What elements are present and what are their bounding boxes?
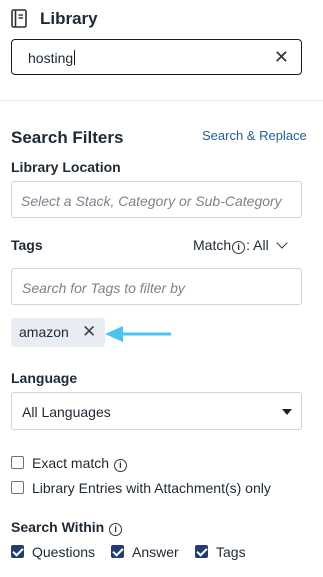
remove-tag-icon[interactable]: ✕ xyxy=(82,322,96,342)
exact-match-checkbox[interactable] xyxy=(11,456,24,469)
page-title: Library xyxy=(40,9,98,28)
arrow-left-icon xyxy=(105,326,171,342)
caret-down-icon xyxy=(282,409,292,415)
search-filters-heading: Search Filters xyxy=(11,128,124,147)
answer-checkbox[interactable] xyxy=(111,545,124,558)
match-value: All xyxy=(253,237,269,253)
library-location-label: Library Location xyxy=(11,159,121,175)
book-icon xyxy=(11,9,27,28)
divider xyxy=(0,100,323,101)
tags-search-input[interactable]: Search for Tags to filter by xyxy=(11,268,302,305)
tags-checkbox[interactable] xyxy=(195,545,208,558)
search-input-value[interactable]: hosting xyxy=(28,49,76,67)
tags-within-label: Tags xyxy=(216,544,246,560)
library-location-placeholder: Select a Stack, Category or Sub-Category xyxy=(21,193,282,209)
info-icon[interactable]: i xyxy=(232,241,246,254)
questions-label: Questions xyxy=(32,544,96,560)
language-select-value: All Languages xyxy=(22,404,111,420)
search-within-label: Search Within i xyxy=(11,518,123,536)
tags-search-placeholder: Search for Tags to filter by xyxy=(22,280,185,296)
info-icon[interactable]: i xyxy=(113,459,127,472)
tag-chip-label: amazon xyxy=(19,324,69,340)
questions-checkbox[interactable] xyxy=(11,545,24,558)
answer-label: Answer xyxy=(132,544,179,560)
tag-chip: amazon ✕ xyxy=(11,318,105,347)
close-icon[interactable]: ✕ xyxy=(274,47,289,67)
language-select[interactable]: All Languages xyxy=(11,392,302,430)
language-label: Language xyxy=(11,370,78,386)
attachments-only-checkbox[interactable] xyxy=(11,481,24,494)
library-location-input[interactable]: Select a Stack, Category or Sub-Category xyxy=(11,181,302,218)
match-label: Match xyxy=(193,237,232,253)
attachments-only-label: Library Entries with Attachment(s) only xyxy=(32,480,271,496)
chevron-down-icon xyxy=(276,237,288,249)
search-replace-link[interactable]: Search & Replace xyxy=(202,128,307,144)
tags-label: Tags xyxy=(11,237,43,253)
info-icon[interactable]: i xyxy=(109,523,123,536)
match-dropdown[interactable]: Match i: All xyxy=(193,236,288,254)
search-input[interactable]: hosting ✕ xyxy=(11,39,302,75)
exact-match-label: Exact match i xyxy=(32,454,128,472)
